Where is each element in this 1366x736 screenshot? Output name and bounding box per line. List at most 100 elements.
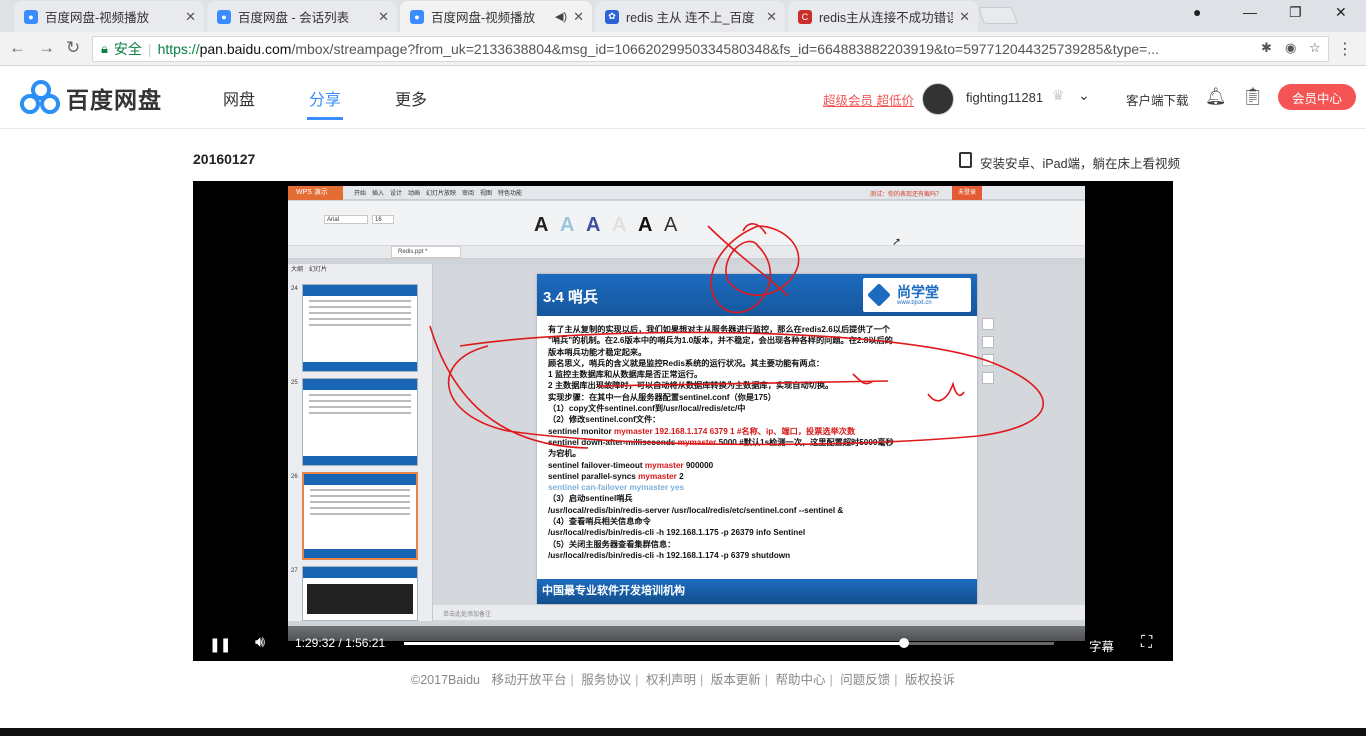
progress-fill	[404, 642, 905, 645]
slide-line: /usr/local/redis/bin/redis-server /usr/l…	[548, 505, 844, 515]
tab-title: redis 主从 连不上_百度	[626, 11, 755, 25]
close-window-icon[interactable]: ✕	[1335, 4, 1347, 21]
username[interactable]: fighting11281	[966, 90, 1043, 105]
tab-title: 百度网盘-视频播放	[431, 11, 536, 25]
slide-line: 有了主从复制的实现以后，我们如果想对主从服务器进行监控，那么在redis2.6以…	[548, 325, 891, 334]
wps-menubar: WPS 演示 开始 插入 设计 动画 幻灯片放映 审阅 视图 特色功能 测试：你…	[288, 186, 1085, 200]
url-text[interactable]: https://pan.baidu.com/mbox/streampage?fr…	[158, 41, 1238, 57]
footer-link[interactable]: 版权投诉	[905, 673, 955, 687]
logo[interactable]: 百度网盘	[20, 80, 162, 115]
address-bar[interactable]: 🔒︎ 安全 | https://pan.baidu.com/mbox/strea…	[92, 36, 1329, 62]
forward-icon[interactable]: →	[38, 38, 55, 58]
avatar[interactable]	[922, 83, 954, 115]
slide-title: 3.4 哨兵	[543, 289, 599, 306]
notes-bar: 单击此处添加备注	[433, 605, 1085, 620]
slide-line: （3）启动sentinel哨兵	[548, 494, 633, 504]
bell-icon[interactable]: 🔔︎	[1205, 87, 1227, 107]
chevron-down-icon[interactable]: ⌄	[1078, 87, 1090, 104]
footer-link[interactable]: 服务协议	[581, 673, 631, 687]
minimize-icon[interactable]: —	[1243, 4, 1257, 20]
slide-line: /usr/local/redis/bin/redis-cli -h 192.16…	[548, 550, 791, 560]
footer-link[interactable]: 问题反馈	[840, 673, 890, 687]
phone-icon	[959, 152, 972, 168]
nav-more[interactable]: 更多	[395, 86, 427, 110]
menu-icon[interactable]: ⋮	[1337, 39, 1353, 59]
video-title: 20160127	[193, 151, 256, 167]
vip-center-button[interactable]: 会员中心	[1278, 84, 1356, 110]
slide-line: 实现步骤：在其中一台从服务器配置sentinel.conf（你是175）	[548, 392, 776, 402]
brand-name: 尚学堂	[897, 284, 939, 300]
tab-title: 百度网盘-视频播放	[45, 11, 150, 25]
active-nav-underline	[307, 117, 343, 120]
slide-line: sentinel monitor mymaster 192.168.1.174 …	[548, 426, 856, 436]
footer-link[interactable]: 版本更新	[711, 673, 761, 687]
brand-logo: 尚学堂 www.bjsxt.cn	[863, 278, 971, 312]
lock-icon: 🔒︎	[101, 41, 108, 56]
brand-url: www.bjsxt.cn	[897, 300, 932, 306]
slide-footer: 中国最专业软件开发培训机构	[537, 579, 977, 604]
nav-share[interactable]: 分享	[309, 86, 341, 110]
client-download-link[interactable]: 客户端下载	[1126, 90, 1189, 109]
text-style-icon: A	[534, 214, 549, 236]
text-style-icon: A	[560, 214, 575, 236]
baidu-pan-favicon-icon: ●	[24, 9, 38, 24]
baidu-pan-favicon-icon: ●	[410, 9, 424, 24]
crown-icon: ♛	[1052, 87, 1065, 103]
wps-ribbon: Arial 16 A A A A A A	[288, 201, 1085, 246]
bookmark-star-icon[interactable]: ☆	[1309, 40, 1321, 56]
close-tab-icon[interactable]: ✕	[378, 9, 389, 25]
brand-mark-icon	[867, 283, 891, 307]
footer-link[interactable]: 权利声明	[646, 673, 696, 687]
browser-toolbar: ← → ↻ 🔒︎ 安全 | https://pan.baidu.com/mbox…	[0, 32, 1366, 66]
new-tab-button[interactable]	[977, 7, 1019, 24]
speaker-icon[interactable]: ◀)	[555, 10, 567, 23]
close-tab-icon[interactable]: ✕	[766, 9, 777, 25]
browser-tab-1[interactable]: ● 百度网盘-视频播放 ✕	[14, 1, 204, 32]
pause-icon[interactable]: ❚❚	[209, 636, 231, 653]
super-vip-promo-link[interactable]: 超级会员 超低价	[823, 90, 914, 109]
progress-handle[interactable]	[899, 638, 910, 648]
slide-header: 3.4 哨兵 尚学堂 www.bjsxt.cn	[537, 274, 977, 316]
extension-icon[interactable]: ✱	[1261, 40, 1272, 56]
close-tab-icon[interactable]: ✕	[573, 9, 584, 25]
baidu-pan-favicon-icon: ●	[217, 9, 231, 24]
browser-tab-2[interactable]: ● 百度网盘 - 会话列表 ✕	[207, 1, 397, 32]
slide-line: （2）修改sentinel.conf文件：	[548, 415, 661, 425]
extension-icon[interactable]: ◉	[1285, 40, 1296, 56]
browser-tab-5[interactable]: C redis主从连接不成功错误 ✕	[788, 1, 978, 32]
slide-line: （5）关闭主服务器查看集群信息：	[548, 539, 676, 549]
reload-icon[interactable]: ↻	[66, 38, 80, 58]
slide-line: （1）copy文件sentinel.conf到/usr/local/redis/…	[548, 404, 746, 414]
wps-file-tab: Redis.ppt *	[391, 246, 461, 258]
slide-line: "哨兵"的机制。在2.6版本中的哨兵为1.0版本，并不稳定，会出现各种各样的问题…	[548, 336, 893, 346]
restore-icon[interactable]: ❐	[1289, 4, 1302, 21]
slide-line: /usr/local/redis/bin/redis-cli -h 192.16…	[548, 528, 806, 538]
browser-tab-3-active[interactable]: ● 百度网盘-视频播放 ◀) ✕	[400, 1, 592, 32]
video-player[interactable]: WPS 演示 开始 插入 设计 动画 幻灯片放映 审阅 视图 特色功能 测试：你…	[193, 181, 1173, 661]
footer-link[interactable]: 帮助中心	[775, 673, 825, 687]
close-tab-icon[interactable]: ✕	[185, 9, 196, 25]
wps-menu-tabs: 开始 插入 设计 动画 幻灯片放映 审阅 视图 特色功能	[354, 191, 523, 197]
browser-tab-4[interactable]: ✿ redis 主从 连不上_百度 ✕	[595, 1, 785, 32]
footer-link[interactable]: 移动开放平台	[491, 673, 566, 687]
panel-header: 大纲 幻灯片	[291, 267, 328, 273]
slide-line: （4）查看哨兵相关信息命令	[548, 517, 651, 527]
profile-icon[interactable]: ●	[1193, 4, 1201, 20]
text-style-icon: A	[664, 214, 678, 236]
secure-label: 安全	[113, 41, 142, 57]
fullscreen-icon[interactable]: ⛶	[1141, 634, 1152, 652]
progress-bar[interactable]	[404, 638, 1054, 648]
subtitle-button[interactable]: 字幕	[1089, 636, 1114, 655]
baidu-cloud-icon	[20, 80, 62, 114]
back-icon[interactable]: ←	[9, 38, 26, 58]
volume-icon[interactable]: 🔊︎	[255, 634, 265, 652]
nav-netdisk[interactable]: 网盘	[223, 86, 255, 110]
mobile-app-hint-link[interactable]: 安装安卓、iPad端，躺在床上看视频	[980, 153, 1180, 172]
browser-tab-strip: ● 百度网盘-视频播放 ✕ ● 百度网盘 - 会话列表 ✕ ● 百度网盘-视频播…	[0, 0, 1366, 32]
video-frame: WPS 演示 开始 插入 设计 动画 幻灯片放映 审阅 视图 特色功能 测试：你…	[288, 186, 1085, 641]
os-taskbar	[0, 728, 1366, 736]
slide: 3.4 哨兵 尚学堂 www.bjsxt.cn 有了主从复制的实现以后，我们如果…	[537, 274, 977, 604]
close-tab-icon[interactable]: ✕	[959, 9, 970, 25]
text-style-icon: A	[612, 214, 627, 236]
clipboard-icon[interactable]: 📋︎	[1242, 87, 1264, 107]
